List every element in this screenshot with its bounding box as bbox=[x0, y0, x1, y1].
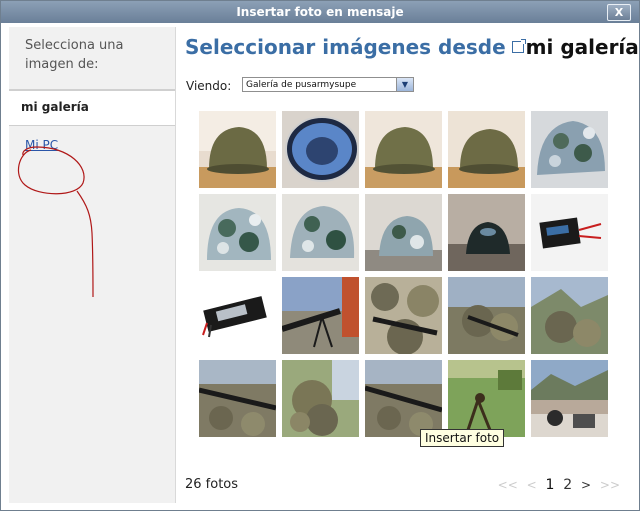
photo-thumbnail[interactable] bbox=[531, 194, 608, 271]
insert-photo-dialog: Insertar foto en mensaje X Selecciona un… bbox=[0, 0, 640, 511]
photo-thumbnail[interactable] bbox=[365, 194, 442, 271]
photo-thumbnail[interactable] bbox=[448, 194, 525, 271]
dialog-title: Insertar foto en mensaje bbox=[236, 5, 404, 19]
gallery-panel: Seleccionar imágenes desde mi galería Vie… bbox=[176, 27, 639, 503]
photo-thumbnail[interactable] bbox=[282, 194, 359, 271]
photo-thumbnail[interactable] bbox=[282, 277, 359, 354]
photo-thumbnail[interactable] bbox=[448, 360, 525, 437]
source-sidebar: Selecciona una imagen de: mi galería Mi … bbox=[9, 27, 176, 503]
photo-thumbnail[interactable] bbox=[365, 360, 442, 437]
red-annotation-scribble bbox=[17, 146, 94, 298]
gallery-select[interactable]: Galería de pusarmysupe ▼ bbox=[242, 77, 414, 92]
next-page-link[interactable]: > bbox=[581, 478, 591, 492]
gallery-select-value: Galería de pusarmysupe bbox=[246, 80, 357, 90]
photo-thumbnail[interactable] bbox=[365, 111, 442, 188]
close-button[interactable]: X bbox=[607, 4, 631, 21]
viewing-label: Viendo: bbox=[186, 79, 232, 93]
photo-thumbnail[interactable] bbox=[365, 277, 442, 354]
photo-thumbnail[interactable] bbox=[448, 277, 525, 354]
photo-thumbnail[interactable] bbox=[531, 111, 608, 188]
external-link-icon bbox=[511, 39, 526, 53]
photo-thumbnail[interactable] bbox=[199, 360, 276, 437]
sidebar-item-label: mi galería bbox=[21, 100, 89, 114]
prev-page-link[interactable]: < bbox=[527, 478, 537, 492]
photo-count: 26 fotos bbox=[185, 477, 239, 492]
photo-thumbnail[interactable] bbox=[282, 111, 359, 188]
pagination: << < 1 2 > >> bbox=[493, 477, 620, 493]
insert-photo-tooltip: Insertar foto bbox=[420, 429, 505, 447]
photo-thumbnail[interactable] bbox=[448, 111, 525, 188]
dialog-titlebar: Insertar foto en mensaje X bbox=[1, 1, 639, 23]
chevron-down-icon[interactable]: ▼ bbox=[396, 78, 413, 91]
photo-grid: Insertar foto bbox=[199, 111, 609, 447]
first-page-link[interactable]: << bbox=[498, 478, 518, 492]
current-page: 1 bbox=[545, 477, 555, 493]
photo-thumbnail[interactable] bbox=[531, 277, 608, 354]
page-title: Seleccionar imágenes desde mi galería bbox=[185, 35, 639, 59]
photo-thumbnail[interactable] bbox=[199, 194, 276, 271]
sidebar-item-my-gallery[interactable]: mi galería bbox=[9, 90, 175, 126]
page-2-link[interactable]: 2 bbox=[563, 477, 572, 493]
sidebar-heading: Selecciona una imagen de: bbox=[25, 38, 124, 72]
photo-thumbnail[interactable] bbox=[199, 111, 276, 188]
photo-thumbnail[interactable] bbox=[282, 360, 359, 437]
photo-thumbnail[interactable] bbox=[531, 360, 608, 437]
photo-thumbnail[interactable] bbox=[199, 277, 276, 354]
title-prefix: Seleccionar imágenes desde bbox=[185, 35, 506, 59]
last-page-link[interactable]: >> bbox=[600, 478, 620, 492]
title-gallery: mi galería bbox=[525, 35, 639, 59]
